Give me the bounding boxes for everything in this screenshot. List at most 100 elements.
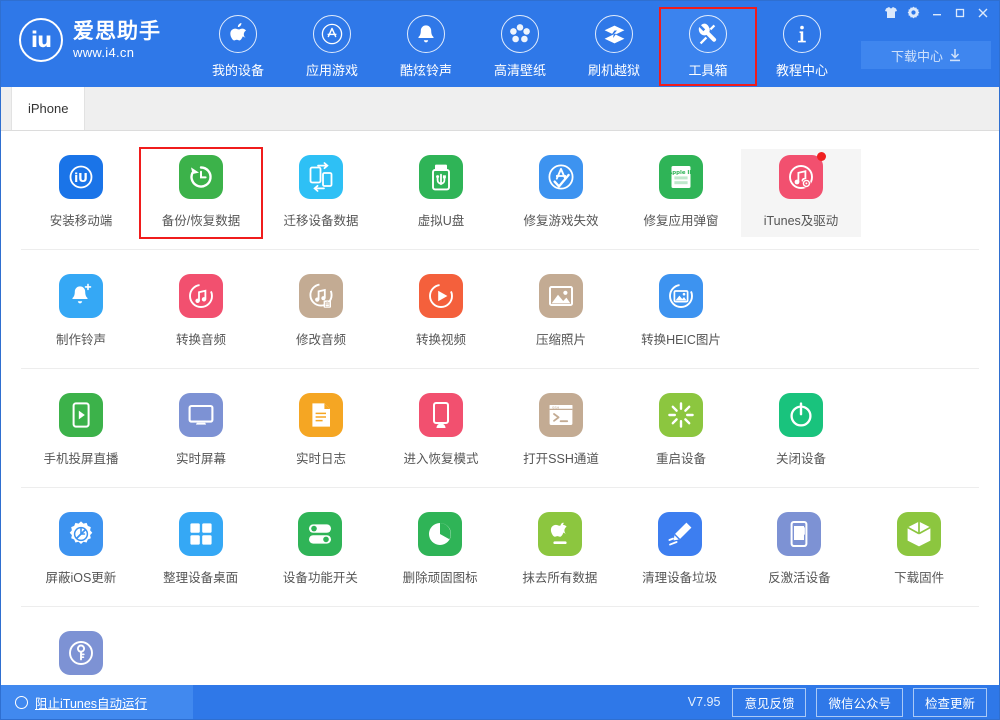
tool-item-label: 打开SSH通道 [523, 452, 599, 466]
tool-item[interactable]: Apple ID 修复应用弹窗 [621, 149, 741, 237]
svg-text:iU: iU [74, 171, 88, 185]
close-icon[interactable] [972, 3, 993, 22]
tool-item[interactable]: 实时日志 [261, 387, 381, 475]
tool-item[interactable]: 自修改音频 [261, 268, 381, 356]
minimize-icon[interactable] [926, 3, 947, 22]
main-navigation: 我的设备 应用游戏 酷炫铃声 高清壁纸 刷机越狱 工具箱 教程中心 [191, 7, 849, 86]
tool-row: 手机投屏直播 实时屏幕 实时日志 进入恢复模式 SSH 打开SSH通道 重启设备 关闭设备 [21, 369, 979, 488]
tool-item[interactable]: iTunes及驱动 [741, 149, 861, 237]
i4-logo-icon: iU [59, 155, 103, 199]
tool-item[interactable]: 手机投屏直播 [21, 387, 141, 475]
block-update-icon [58, 512, 103, 556]
maximize-icon[interactable] [949, 3, 970, 22]
tool-item-label: 修复游戏失效 [523, 214, 599, 228]
tool-item-label: 转换视频 [415, 333, 466, 347]
tool-item[interactable]: 删除顽固图标 [380, 506, 500, 594]
tool-item[interactable]: 转换视频 [381, 268, 501, 356]
live-screen-icon [179, 393, 223, 437]
download-firmware-icon [897, 512, 942, 556]
skin-icon[interactable] [880, 3, 901, 22]
tool-item-label: 实时日志 [295, 452, 346, 466]
tool-item[interactable]: 关闭设备 [741, 387, 861, 475]
status-bar: 阻止iTunes自动运行 V7.95 意见反馈 微信公众号 检查更新 [1, 685, 999, 719]
tool-item[interactable]: 屏蔽iOS更新 [21, 506, 141, 594]
tool-item[interactable]: 清理设备垃圾 [620, 506, 740, 594]
nav-item-4[interactable]: 高清壁纸 [473, 9, 567, 84]
tool-item-label: 反激活设备 [768, 571, 831, 585]
tool-item-label: 删除顽固图标 [402, 571, 478, 585]
nav-item-2[interactable]: 应用游戏 [285, 9, 379, 84]
tool-item[interactable]: 制作铃声 [21, 268, 141, 356]
wechat-button[interactable]: 微信公众号 [816, 687, 903, 717]
nav-item-6[interactable]: 工具箱 [659, 7, 757, 86]
tool-item[interactable]: 实时屏幕 [141, 387, 261, 475]
tool-item[interactable]: 反激活设备 [740, 506, 860, 594]
window-controls [880, 3, 993, 22]
nav-item-1[interactable]: 我的设备 [191, 9, 285, 84]
flash-box-icon [595, 15, 633, 53]
toggle-circle-icon [15, 695, 28, 709]
download-center-label: 下载中心 [890, 48, 943, 64]
tool-item[interactable]: 抹去所有数据 [500, 506, 620, 594]
tool-item[interactable]: 整理设备桌面 [141, 506, 261, 594]
feature-toggle-icon [298, 512, 343, 556]
nav-item-5[interactable]: 刷机越狱 [567, 9, 661, 84]
tool-item-label: 迁移设备数据 [283, 214, 359, 228]
apple-icon [219, 15, 257, 53]
tool-item[interactable]: 转换音频 [141, 268, 261, 356]
tool-item-label: 屏蔽iOS更新 [45, 571, 117, 585]
tool-row: 制作铃声 转换音频自修改音频转换视频 压缩照片 转换HEIC图片 [21, 250, 979, 369]
tool-item[interactable]: 迁移设备数据 [261, 149, 381, 237]
nav-item-label: 应用游戏 [305, 63, 358, 78]
tool-item[interactable]: 重启设备 [621, 387, 741, 475]
tool-item-label: 制作铃声 [55, 333, 106, 347]
tool-item-label: 转换HEIC图片 [641, 333, 721, 347]
nav-item-3[interactable]: 酷炫铃声 [379, 9, 473, 84]
apple-id-icon: Apple ID [659, 155, 703, 199]
tool-item-label: 整理设备桌面 [163, 571, 239, 585]
power-off-icon [779, 393, 823, 437]
nav-item-7[interactable]: 教程中心 [755, 9, 849, 84]
nav-item-label: 我的设备 [211, 63, 264, 78]
block-itunes-toggle[interactable]: 阻止iTunes自动运行 [1, 685, 193, 719]
backup-restore-icon [179, 155, 223, 199]
tool-item[interactable]: SSH 打开SSH通道 [501, 387, 621, 475]
recovery-mode-icon [419, 393, 463, 437]
tool-item[interactable]: 访问限制 [21, 625, 141, 685]
info-icon [783, 15, 821, 53]
tab-iphone[interactable]: iPhone [11, 86, 86, 130]
block-itunes-label: 阻止iTunes自动运行 [35, 696, 148, 711]
version-label: V7.95 [687, 695, 721, 709]
tool-item[interactable]: iU 安装移动端 [21, 149, 141, 237]
compress-photo-icon [539, 274, 583, 318]
deactivate-device-icon [777, 512, 822, 556]
nav-item-label: 酷炫铃声 [399, 63, 452, 78]
convert-heic-icon [659, 274, 703, 318]
tool-item-label: 备份/恢复数据 [161, 214, 241, 228]
tool-item[interactable]: 转换HEIC图片 [621, 268, 741, 356]
tool-item[interactable]: 进入恢复模式 [381, 387, 501, 475]
ssh-terminal-icon: SSH [539, 393, 583, 437]
tool-item[interactable]: 压缩照片 [501, 268, 621, 356]
tab-iphone-label: iPhone [28, 101, 69, 116]
brand-text: 爱思助手 www.i4.cn [73, 21, 161, 59]
tool-item-label: 重启设备 [655, 452, 706, 466]
tool-row: iU 安装移动端 备份/恢复数据 迁移设备数据 虚拟U盘 修复游戏失效 Apple ID 修复… [21, 131, 979, 250]
download-center-button[interactable]: 下载中心 [861, 41, 991, 69]
device-tab-strip: iPhone [1, 86, 999, 131]
tool-item-label: 安装移动端 [49, 214, 113, 228]
i4-logo-icon: iu [19, 18, 63, 62]
tool-item[interactable]: 虚拟U盘 [381, 149, 501, 237]
erase-data-icon [537, 512, 582, 556]
tool-item-label: 设备功能开关 [282, 571, 358, 585]
tool-item[interactable]: 修复游戏失效 [501, 149, 621, 237]
feedback-button[interactable]: 意见反馈 [732, 687, 807, 717]
tool-item[interactable]: 设备功能开关 [261, 506, 381, 594]
check-update-button[interactable]: 检查更新 [912, 687, 987, 717]
tool-item-label: 压缩照片 [535, 333, 586, 347]
nav-item-label: 刷机越狱 [587, 63, 640, 78]
tool-item[interactable]: 备份/恢复数据 [139, 147, 263, 239]
tool-item-label: 修改音频 [295, 333, 346, 347]
tool-item[interactable]: 下载固件 [859, 506, 979, 594]
settings-gear-icon[interactable] [903, 3, 924, 22]
